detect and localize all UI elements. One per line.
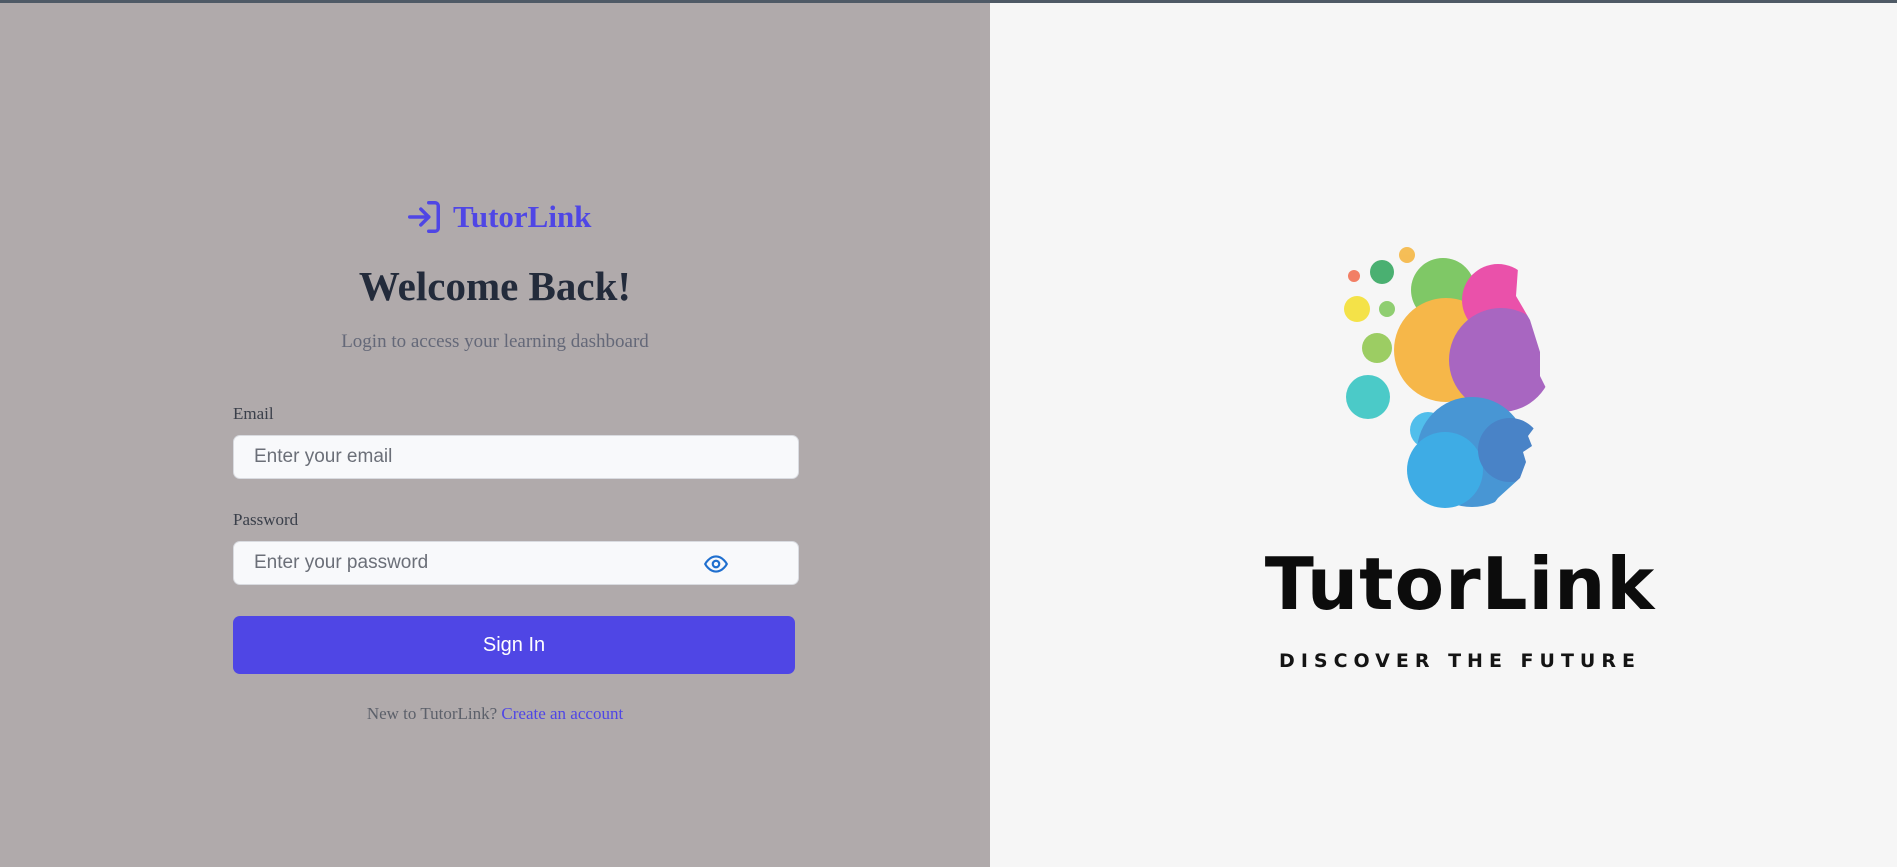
login-panel: TutorLink Welcome Back! Login to access …	[0, 0, 990, 867]
login-arrow-icon	[405, 198, 443, 236]
email-label: Email	[233, 404, 274, 423]
password-field-wrapper	[233, 541, 799, 585]
page-title: Welcome Back!	[358, 263, 632, 309]
brand-name: TutorLink	[453, 199, 592, 234]
page-subtitle: Login to access your learning dashboard	[341, 331, 649, 352]
sign-in-button[interactable]: Sign In	[233, 616, 795, 674]
password-label: Password	[233, 510, 299, 529]
signup-prompt-text: New to TutorLink?	[366, 704, 498, 723]
logo-wordmark: TutorLink	[1264, 542, 1656, 626]
eye-icon[interactable]	[703, 551, 729, 577]
colorful-head-icon	[1320, 240, 1560, 530]
logo-tagline: DISCOVER THE FUTURE	[1279, 650, 1641, 672]
brand-header: TutorLink	[405, 198, 591, 236]
create-account-link[interactable]: Create an account	[501, 704, 623, 723]
signup-prompt: New to TutorLink? Create an account	[0, 704, 990, 724]
email-field-wrapper	[233, 435, 799, 479]
email-field[interactable]	[234, 436, 798, 478]
top-border	[0, 0, 1897, 3]
